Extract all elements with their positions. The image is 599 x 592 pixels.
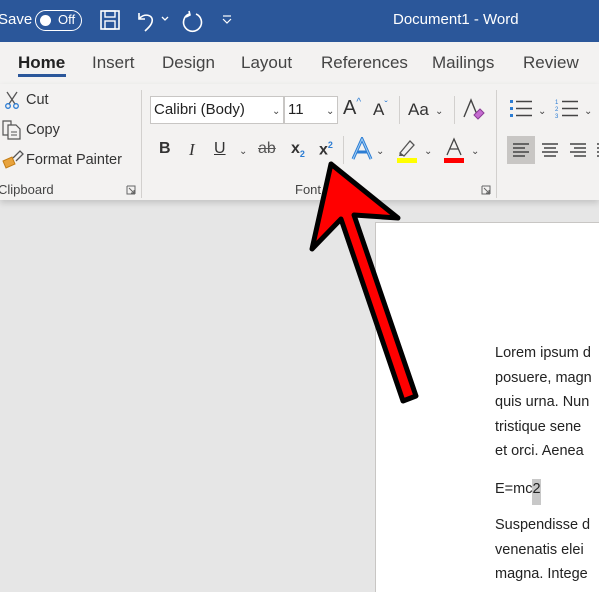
text-line: Suspendisse d — [495, 517, 591, 533]
underline-chevron-icon[interactable]: ⌄ — [239, 146, 247, 157]
separator — [343, 136, 344, 164]
equation-line[interactable]: E=mc2 — [495, 477, 541, 505]
align-right-icon[interactable] — [564, 136, 592, 164]
format-painter-button[interactable]: Format Painter — [26, 152, 122, 168]
group-separator — [141, 90, 142, 198]
font-color-chevron-icon[interactable]: ⌄ — [471, 146, 479, 157]
grow-font-icon[interactable]: A^ — [343, 97, 361, 120]
bullets-icon[interactable] — [509, 98, 535, 120]
copy-button[interactable]: Copy — [26, 122, 60, 138]
equation-text: E=mc — [495, 481, 533, 497]
tab-review[interactable]: Review — [523, 53, 579, 73]
tab-layout[interactable]: Layout — [241, 53, 292, 73]
selected-exponent[interactable]: 2 — [532, 479, 541, 505]
undo-icon[interactable] — [134, 9, 158, 33]
copy-icon — [2, 120, 21, 140]
toggle-knob — [40, 15, 51, 26]
title-bar: Save Off Document1 - Word — [0, 0, 599, 42]
window-title: Document1 - Word — [393, 11, 519, 28]
text-line: venenatis elei — [495, 541, 584, 558]
font-color-icon[interactable] — [443, 137, 465, 163]
numbering-chevron-icon[interactable]: ⌄ — [584, 106, 592, 117]
active-tab-indicator — [18, 74, 66, 77]
text-effects-icon[interactable] — [351, 137, 373, 161]
justify-icon[interactable] — [592, 136, 599, 164]
highlight-icon[interactable] — [396, 137, 418, 163]
tab-mailings[interactable]: Mailings — [432, 53, 494, 73]
separator — [399, 96, 400, 124]
svg-text:3: 3 — [555, 114, 559, 120]
font-size-value: 11 — [288, 101, 304, 118]
font-group-label: Font — [295, 182, 322, 197]
ribbon-tabs: Home Insert Design Layout References Mai… — [0, 42, 599, 84]
change-case-button[interactable]: Aa — [408, 100, 429, 120]
redo-icon[interactable] — [180, 9, 206, 35]
separator — [454, 96, 455, 124]
font-dialog-launcher-icon[interactable] — [481, 185, 491, 195]
font-size-chevron-icon[interactable]: ⌄ — [326, 106, 334, 117]
autosave-label: Save — [0, 11, 33, 28]
bold-button[interactable]: B — [159, 140, 171, 158]
strikethrough-button[interactable]: ab — [258, 140, 276, 158]
bullets-chevron-icon[interactable]: ⌄ — [538, 106, 546, 117]
tab-design[interactable]: Design — [162, 53, 215, 73]
text-line: posuere, magn — [495, 369, 592, 386]
text-line: tristique sene — [495, 418, 582, 435]
text-line: quis urna. Nun — [495, 394, 590, 410]
tab-home[interactable]: Home — [18, 53, 65, 73]
superscript-button[interactable]: x2 — [319, 140, 333, 159]
change-case-chevron-icon[interactable]: ⌄ — [435, 106, 443, 117]
toggle-state: Off — [58, 12, 76, 27]
clipboard-dialog-launcher-icon[interactable] — [126, 185, 136, 195]
subscript-button[interactable]: x2 — [291, 140, 305, 159]
text-line: et orci. Aenea — [495, 443, 584, 459]
undo-dropdown-icon[interactable] — [160, 15, 170, 23]
document-paragraph-2[interactable]: Suspendisse d venenatis elei magna. Inte… — [495, 513, 590, 587]
document-paragraph-1[interactable]: Lorem ipsum d posuere, magn quis urna. N… — [495, 341, 592, 464]
text-line: magna. Intege — [495, 566, 588, 582]
align-center-icon[interactable] — [536, 136, 564, 164]
group-separator — [496, 90, 497, 198]
italic-button[interactable]: I — [189, 140, 195, 160]
text-effects-chevron-icon[interactable]: ⌄ — [376, 146, 384, 157]
scissors-icon — [5, 91, 19, 109]
customize-qat-icon[interactable] — [221, 14, 233, 26]
autosave-toggle[interactable]: Off — [35, 10, 82, 31]
font-name-value: Calibri (Body) — [154, 101, 245, 118]
font-name-dropdown[interactable]: Calibri (Body) — [150, 96, 284, 124]
align-left-button[interactable] — [507, 136, 535, 164]
highlight-chevron-icon[interactable]: ⌄ — [424, 146, 432, 157]
clipboard-group-label: Clipboard — [0, 182, 54, 197]
svg-text:1: 1 — [555, 100, 559, 106]
clear-formatting-icon[interactable] — [461, 98, 485, 122]
font-name-chevron-icon[interactable]: ⌄ — [272, 106, 280, 117]
save-icon[interactable] — [99, 9, 121, 31]
tab-insert[interactable]: Insert — [92, 53, 135, 73]
numbering-icon[interactable]: 1 2 3 — [555, 98, 581, 120]
tab-references[interactable]: References — [321, 53, 408, 73]
underline-button[interactable]: U — [214, 140, 226, 158]
text-line: Lorem ipsum d — [495, 345, 591, 361]
cut-button[interactable]: Cut — [26, 92, 49, 108]
svg-text:2: 2 — [555, 107, 559, 113]
align-left-icon — [513, 143, 529, 157]
format-painter-icon — [2, 150, 24, 169]
shrink-font-icon[interactable]: Aˇ — [373, 100, 388, 120]
